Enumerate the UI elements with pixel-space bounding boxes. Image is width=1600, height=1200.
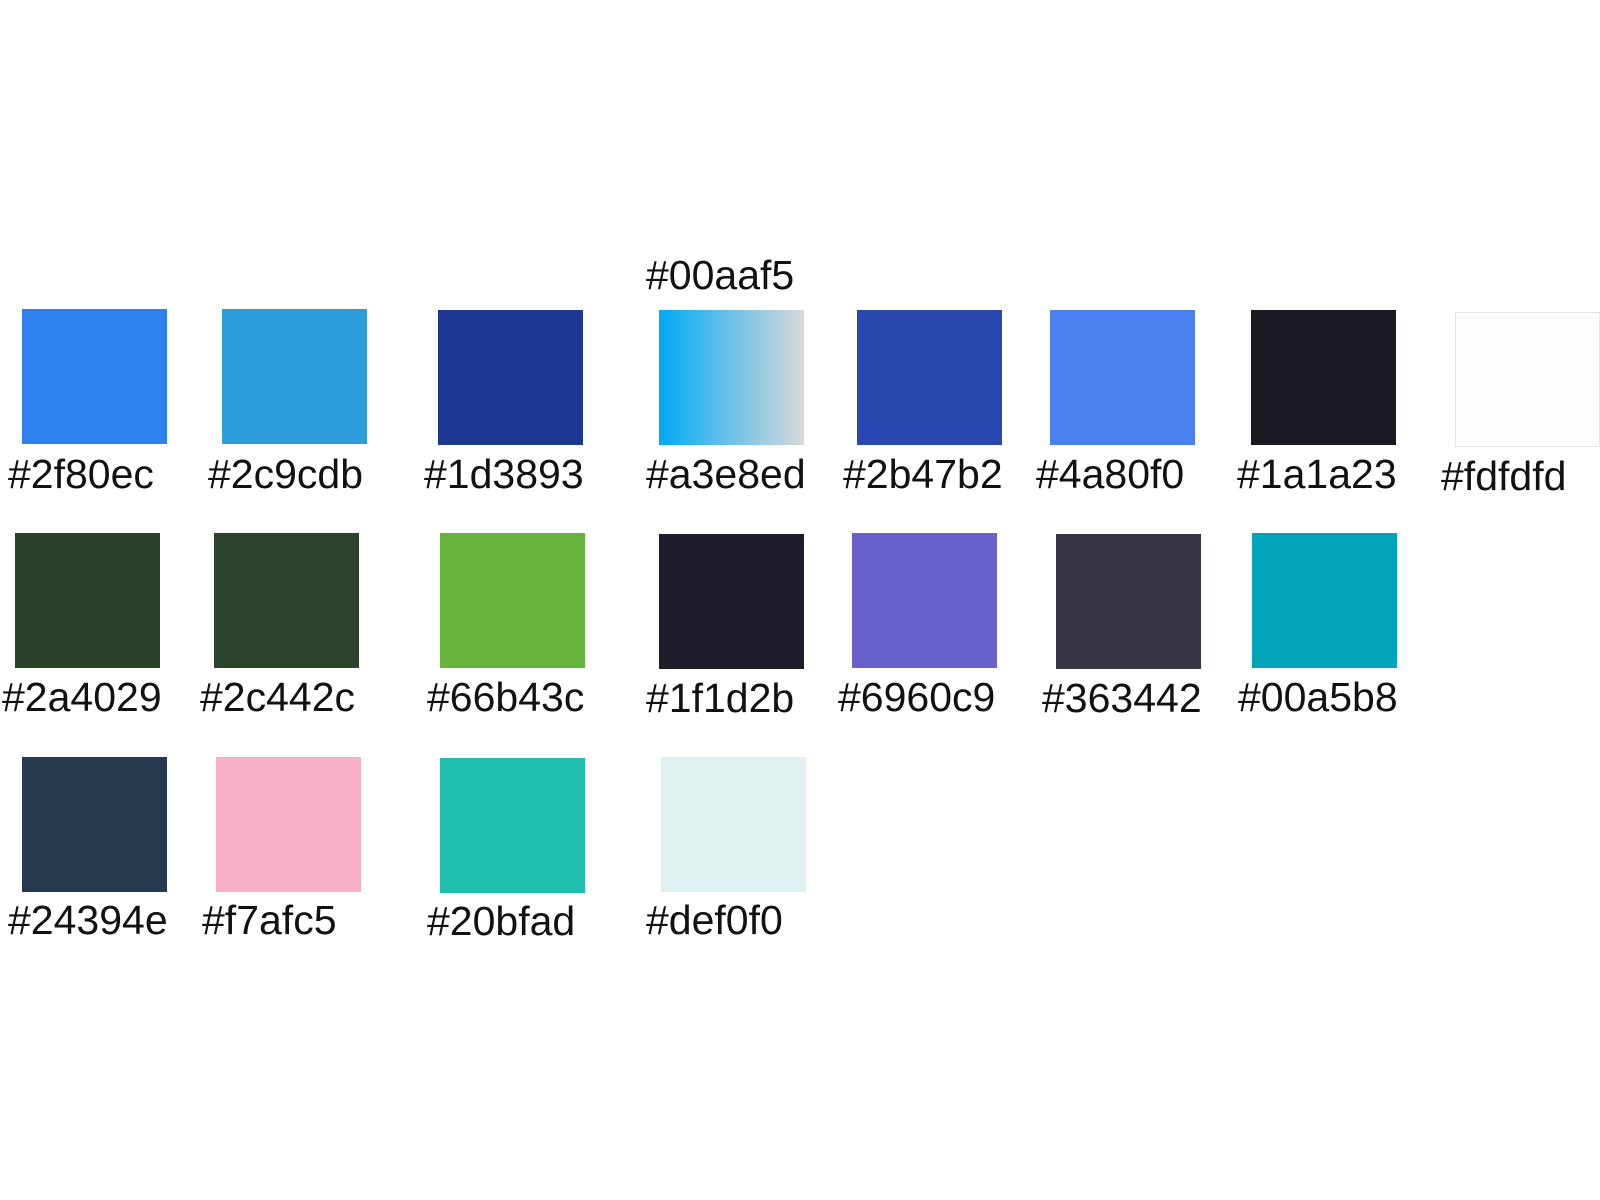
color-swatch (216, 757, 361, 892)
swatch-label: #20bfad (427, 898, 576, 944)
swatch-label: #4a80f0 (1036, 451, 1185, 497)
color-swatch (659, 534, 804, 669)
color-swatch (1251, 310, 1396, 445)
swatch-label: #fdfdfd (1441, 453, 1567, 499)
swatch-label: #24394e (8, 897, 168, 943)
color-swatch (22, 309, 167, 444)
swatch-label: #00a5b8 (1238, 674, 1398, 720)
color-palette: #00aaf5 #2f80ec #2c9cdb #1d3893 #a3e8ed … (0, 0, 1600, 1200)
swatch-label: #1a1a23 (1237, 451, 1397, 497)
gradient-swatch (659, 310, 804, 445)
swatch-label: #2c442c (200, 674, 356, 720)
gradient-top-label: #00aaf5 (646, 252, 795, 298)
swatch-label: #363442 (1042, 675, 1202, 721)
swatch-label: #6960c9 (838, 674, 996, 720)
swatch-label: #66b43c (427, 674, 585, 720)
swatch-label: #2a4029 (2, 674, 162, 720)
color-swatch (440, 533, 585, 668)
color-swatch (1455, 312, 1600, 447)
color-swatch (22, 757, 167, 892)
color-swatch (661, 757, 806, 892)
color-swatch (222, 309, 367, 444)
swatch-label: #2c9cdb (208, 451, 364, 497)
swatch-label: #2f80ec (8, 451, 154, 497)
swatch-label: #def0f0 (646, 897, 783, 943)
color-swatch (1252, 533, 1397, 668)
swatch-label: #1d3893 (424, 451, 584, 497)
color-swatch (852, 533, 997, 668)
color-swatch (15, 533, 160, 668)
color-swatch (214, 533, 359, 668)
color-swatch (1056, 534, 1201, 669)
color-swatch (1050, 310, 1195, 445)
swatch-label: #2b47b2 (843, 451, 1003, 497)
color-swatch (438, 310, 583, 445)
swatch-label: #f7afc5 (202, 897, 337, 943)
color-swatch (440, 758, 585, 893)
swatch-label: #a3e8ed (646, 451, 806, 497)
color-swatch (857, 310, 1002, 445)
swatch-label: #1f1d2b (646, 675, 795, 721)
